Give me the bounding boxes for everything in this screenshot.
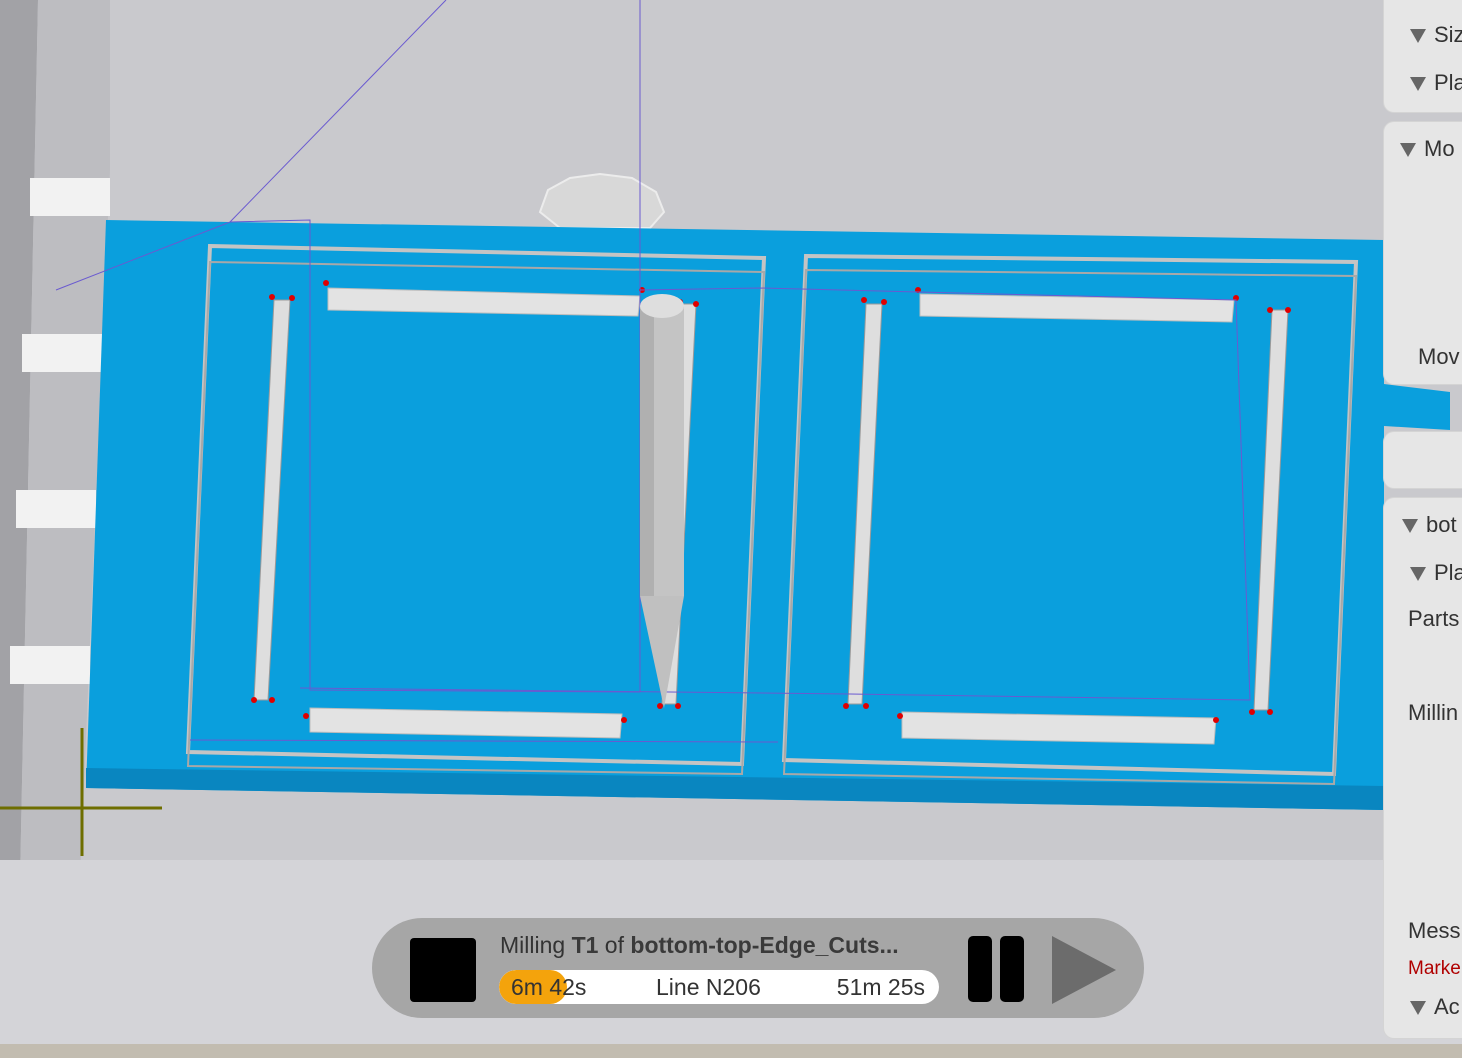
triangle-down-icon bbox=[1410, 29, 1426, 44]
milling-status: Milling T1 of bottom-top-Edge_Cuts... bbox=[500, 932, 899, 958]
3d-viewport[interactable] bbox=[0, 0, 1462, 1058]
pause-icon[interactable] bbox=[966, 936, 1026, 1002]
size-row[interactable]: Siz bbox=[1410, 22, 1462, 48]
section-row[interactable]: Mo bbox=[1400, 136, 1462, 162]
work-bed-tab bbox=[1384, 384, 1450, 430]
playback-bar: Milling T1 of bottom-top-Edge_Cuts... 6m… bbox=[372, 918, 1144, 1018]
triangle-down-icon bbox=[1400, 143, 1416, 158]
triangle-down-icon bbox=[1410, 77, 1426, 92]
floor-edge bbox=[0, 1044, 1462, 1058]
triangle-down-icon bbox=[1402, 519, 1418, 534]
play-triangle-icon[interactable] bbox=[1052, 936, 1116, 1004]
triangle-down-icon bbox=[1410, 1001, 1426, 1016]
file-row[interactable]: bot bbox=[1402, 512, 1462, 538]
parts-label: Parts bbox=[1408, 606, 1460, 631]
file-name: bottom-top-Edge_Cuts... bbox=[630, 932, 899, 958]
side-panel-move: Mo Mov bbox=[1384, 122, 1462, 384]
side-panel-top: Siz Pla bbox=[1384, 0, 1462, 112]
wall-marker bbox=[10, 646, 90, 684]
wall-marker bbox=[22, 334, 102, 372]
tool-name: T1 bbox=[571, 932, 599, 958]
wall-marker bbox=[30, 178, 110, 216]
side-panel-blank bbox=[1384, 432, 1462, 488]
actions-row[interactable]: Ac bbox=[1410, 994, 1462, 1020]
progress-bar[interactable]: 6m 42s Line N206 51m 25s bbox=[499, 970, 939, 1004]
current-line: Line N206 bbox=[656, 974, 761, 1000]
stop-square-icon[interactable] bbox=[410, 938, 476, 1002]
side-panel-file: bot Pla Parts Millin Mess Marke Ac bbox=[1384, 498, 1462, 1038]
wall-marker bbox=[16, 490, 96, 528]
marker-message: Marke bbox=[1408, 958, 1461, 979]
move-label[interactable]: Mov bbox=[1418, 344, 1462, 370]
remaining-time: 51m 25s bbox=[836, 974, 925, 1000]
placement-row-2[interactable]: Pla bbox=[1410, 560, 1462, 586]
placement-row[interactable]: Pla bbox=[1410, 70, 1462, 96]
milling-label: Millin bbox=[1408, 700, 1459, 725]
triangle-down-icon bbox=[1410, 567, 1426, 582]
messages-label: Mess bbox=[1408, 918, 1461, 943]
elapsed-time: 6m 42s bbox=[511, 974, 587, 1000]
